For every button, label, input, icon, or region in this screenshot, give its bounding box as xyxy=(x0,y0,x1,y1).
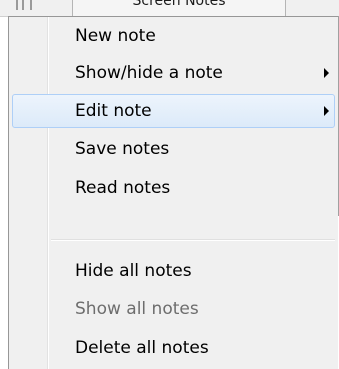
menu-item-label: Delete all notes xyxy=(75,338,209,358)
submenu-arrow-icon xyxy=(324,68,329,78)
menu-item-save-notes[interactable]: Save notes xyxy=(12,132,335,166)
menu-item-label: New note xyxy=(75,26,156,46)
background-window-title-text: Screen Notes xyxy=(132,0,226,9)
menu-item-label: Edit note xyxy=(75,101,152,121)
menu-item-read-notes[interactable]: Read notes xyxy=(12,171,335,205)
menu-item-label: Show all notes xyxy=(75,299,199,319)
menu-item-new-note[interactable]: New note xyxy=(12,19,335,53)
context-menu: New note Show/hide a note Edit note Save… xyxy=(8,16,338,369)
menu-item-label: Hide all notes xyxy=(75,261,192,281)
submenu-arrow-icon xyxy=(324,106,329,116)
menu-item-hide-all-notes[interactable]: Hide all notes xyxy=(12,254,335,288)
menu-item-delete-all-notes[interactable]: Delete all notes xyxy=(12,331,335,365)
background-window-title[interactable]: Screen Notes xyxy=(72,0,286,16)
menu-item-show-hide-note[interactable]: Show/hide a note xyxy=(12,56,335,90)
menu-item-label: Save notes xyxy=(75,139,170,159)
grip-icon xyxy=(16,0,32,10)
menu-separator xyxy=(51,239,335,241)
menu-item-edit-note[interactable]: Edit note xyxy=(12,94,335,128)
menu-item-label: Show/hide a note xyxy=(75,63,223,83)
menu-item-label: Read notes xyxy=(75,178,171,198)
menu-item-show-all-notes: Show all notes xyxy=(12,292,335,326)
background-window-titlebar: Screen Notes xyxy=(0,0,339,17)
